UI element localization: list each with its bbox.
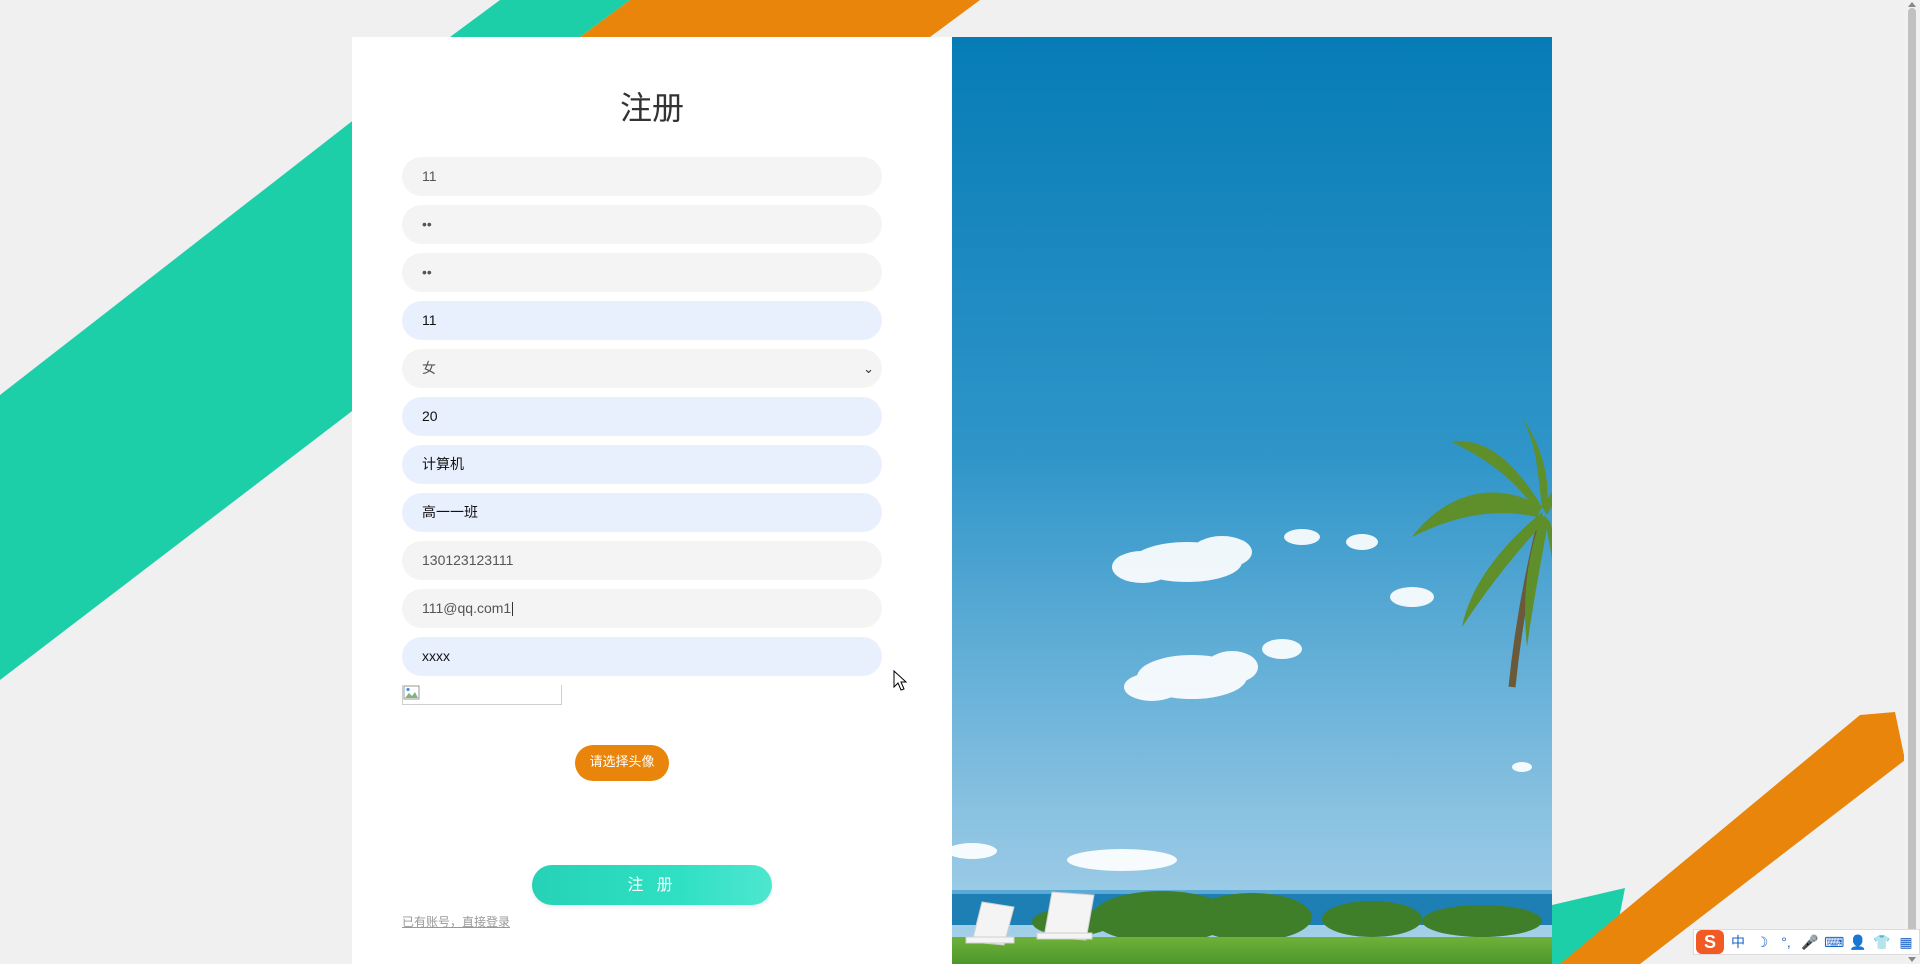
broken-image-icon (403, 685, 420, 700)
text-caret (512, 602, 514, 617)
register-card: 注册 11 •• •• 11 女 ⌄ 20 计算机 高一一班 130123123… (352, 37, 1552, 964)
scrollbar-thumb[interactable] (1908, 8, 1916, 952)
ime-voice-icon[interactable]: 🎤 (1800, 934, 1820, 951)
register-button[interactable]: 注 册 (532, 865, 772, 905)
vertical-scrollbar[interactable] (1904, 0, 1920, 964)
page-title: 注册 (619, 89, 684, 127)
sogou-logo-icon[interactable]: S (1696, 930, 1724, 954)
orange-stripe-bottom (1560, 712, 1905, 964)
beach-photo (952, 37, 1552, 964)
ime-keyboard-icon[interactable]: ⌨ (1824, 934, 1844, 951)
class-input[interactable]: 高一一班 (402, 493, 882, 532)
scroll-up-icon[interactable] (1908, 2, 1916, 7)
choose-avatar-button[interactable]: 请选择头像 (575, 745, 669, 781)
ime-tools-icon[interactable]: ▦ (1896, 934, 1916, 951)
major-input[interactable]: 计算机 (402, 445, 882, 484)
phone-input[interactable]: 130123123111 (402, 541, 882, 580)
orange-stripe-top (580, 0, 980, 37)
confirm-password-input[interactable]: •• (402, 253, 882, 292)
email-input[interactable]: 111@qq.com1 (402, 589, 882, 628)
mouse-cursor-icon (893, 670, 907, 691)
scroll-down-icon[interactable] (1908, 957, 1916, 962)
ime-user-icon[interactable]: 👤 (1848, 934, 1868, 951)
ime-chinese-mode-icon[interactable]: 中 (1728, 932, 1748, 952)
login-link[interactable]: 已有账号，直接登录 (402, 913, 510, 930)
realname-input[interactable]: 11 (402, 301, 882, 340)
ime-toolbar: S 中 ☽ °, 🎤 ⌨ 👤 👕 ▦ (1693, 929, 1920, 955)
ime-punctuation-icon[interactable]: °, (1776, 934, 1796, 950)
username-input[interactable]: 11 (402, 157, 882, 196)
chevron-down-icon: ⌄ (863, 361, 874, 376)
password-input[interactable]: •• (402, 205, 882, 244)
address-input[interactable]: xxxx (402, 637, 882, 676)
form-panel: 注册 11 •• •• 11 女 ⌄ 20 计算机 高一一班 130123123… (352, 37, 952, 964)
gender-select[interactable]: 女 ⌄ (402, 349, 882, 388)
avatar-preview-image (402, 685, 562, 705)
beach-scene-image (952, 37, 1552, 964)
ime-skin-icon[interactable]: 👕 (1872, 934, 1892, 951)
teal-stripe-left (0, 115, 360, 680)
ime-halfwidth-icon[interactable]: ☽ (1752, 934, 1772, 951)
age-input[interactable]: 20 (402, 397, 882, 436)
